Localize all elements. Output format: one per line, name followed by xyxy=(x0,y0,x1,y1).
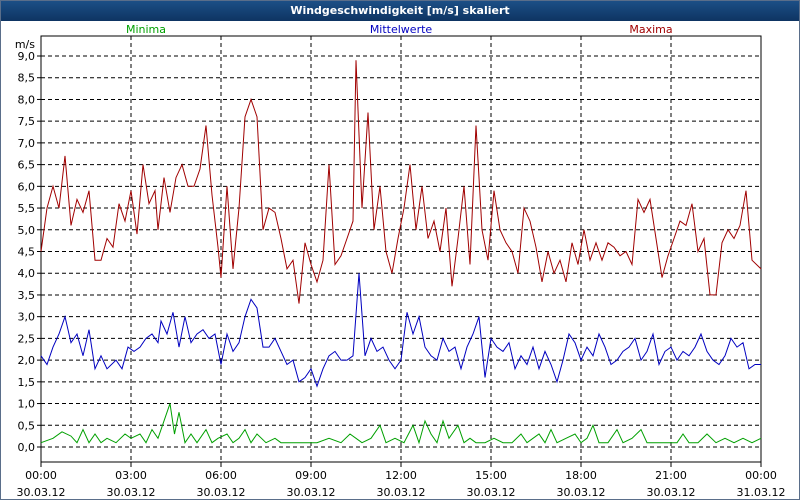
y-tick-label: 8,5 xyxy=(18,72,36,85)
x-tick-date: 30.03.12 xyxy=(287,486,336,499)
x-tick-date: 30.03.12 xyxy=(467,486,516,499)
x-tick-time: 00:00 xyxy=(745,469,777,482)
y-tick-label: 8,0 xyxy=(18,93,36,106)
chart-plot: 0,0 0,5 1,0 1,5 2,0 2,5 3,0 3,5 4,0 4,5 5,0 5,5 6,0 6… xyxy=(15,23,786,499)
y-tick-label: 1,0 xyxy=(18,398,36,411)
y-tick-label: 9,0 xyxy=(18,50,36,63)
y-tick-label: 6,5 xyxy=(18,159,36,172)
y-tick-label: 2,5 xyxy=(18,332,36,345)
x-tick-time: 00:00 xyxy=(25,469,57,482)
x-tick-date: 30.03.12 xyxy=(377,486,426,499)
x-tick-date: 31.03.12 xyxy=(737,486,786,499)
y-tick-label: 0,0 xyxy=(18,441,36,454)
x-tick-time: 21:00 xyxy=(655,469,687,482)
y-tick-label: 4,5 xyxy=(18,246,36,259)
y-tick-label: 7,5 xyxy=(18,115,36,128)
chart-title: Windgeschwindigkeit [m/s] skaliert xyxy=(1,1,799,21)
y-tick-label: 5,5 xyxy=(18,202,36,215)
legend-minima: Minima xyxy=(126,23,166,36)
legend-mittelwerte: Mittelwerte xyxy=(370,23,433,36)
legend-maxima: Maxima xyxy=(629,23,672,36)
chart-window: Windgeschwindigkeit [m/s] skaliert 0,0 0,… xyxy=(0,0,800,500)
x-tick-time: 09:00 xyxy=(295,469,327,482)
x-tick-date: 30.03.12 xyxy=(17,486,66,499)
y-tick-label: 6,0 xyxy=(18,180,36,193)
y-tick-label: 4,0 xyxy=(18,267,36,280)
y-tick-label: 2,0 xyxy=(18,354,36,367)
y-tick-label: 1,5 xyxy=(18,376,36,389)
x-tick-date: 30.03.12 xyxy=(647,486,696,499)
x-tick-time: 18:00 xyxy=(565,469,597,482)
x-tick-date: 30.03.12 xyxy=(197,486,246,499)
x-tick-time: 12:00 xyxy=(385,469,417,482)
y-tick-label: 5,0 xyxy=(18,224,36,237)
x-tick-date: 30.03.12 xyxy=(557,486,606,499)
x-tick-time: 03:00 xyxy=(115,469,147,482)
y-tick-label: 0,5 xyxy=(18,419,36,432)
y-tick-label: 7,0 xyxy=(18,137,36,150)
x-tick-date: 30.03.12 xyxy=(107,486,156,499)
x-tick-time: 06:00 xyxy=(205,469,237,482)
y-axis-label: m/s xyxy=(15,38,35,51)
y-tick-label: 3,0 xyxy=(18,311,36,324)
x-tick-time: 15:00 xyxy=(475,469,507,482)
y-tick-label: 3,5 xyxy=(18,289,36,302)
